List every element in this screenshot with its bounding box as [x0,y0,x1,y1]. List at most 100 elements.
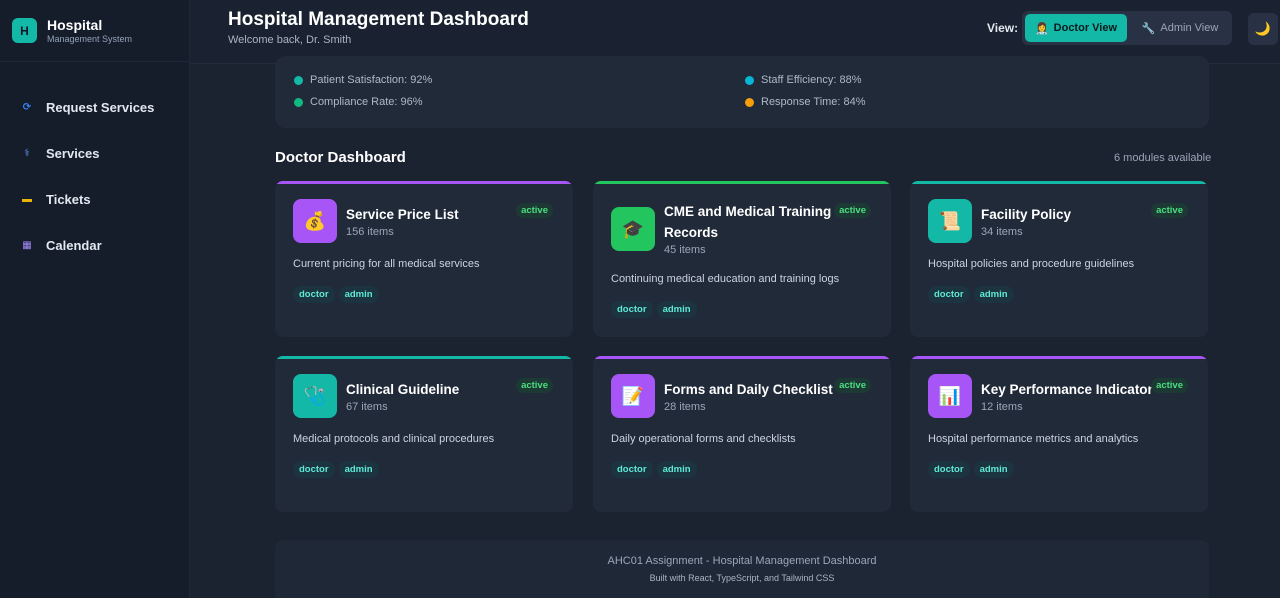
metric-dot [294,97,303,107]
card-description: Medical protocols and clinical procedure… [293,433,495,445]
footer: AHC01 Assignment - Hospital Management D… [275,540,1209,598]
sidebar-item-services[interactable]: ⚕ Services [0,130,189,176]
metric-staff-efficiency: Staff Efficiency: 88% [745,74,861,86]
card-count: 156 items [346,226,394,238]
tag-list: doctor admin [611,461,697,478]
welcome-text: Welcome back, Dr. Smith [228,34,352,46]
card-description: Continuing medical education and trainin… [611,273,840,285]
doctor-view-button[interactable]: 👩‍⚕️ Doctor View [1025,14,1127,42]
refresh-icon: ⟳ [22,101,32,113]
card-title: Key Performance Indicator [981,382,1153,397]
module-card[interactable]: 📝 Forms and Daily Checklist 28 items act… [593,356,891,512]
tag-list: doctor admin [928,286,1014,303]
money-bag-icon: 💰 [293,199,337,243]
card-count: 34 items [981,226,1023,238]
tag-admin: admin [338,461,379,478]
card-title: CME and Medical Training Records [664,204,832,240]
card-description: Daily operational forms and checklists [611,433,796,445]
sidebar-item-request-services[interactable]: ⟳ Request Services [0,84,189,130]
tag-doctor: doctor [928,286,970,303]
footer-title: AHC01 Assignment - Hospital Management D… [607,555,877,567]
moon-icon: 🌙 [1254,21,1272,36]
card-description: Hospital policies and procedure guidelin… [928,258,1135,270]
card-accent-bar [593,356,891,359]
stethoscope-icon: 🩺 [293,374,337,418]
section-title: Doctor Dashboard [275,149,406,166]
caduceus-icon: ⚕ [24,147,30,159]
doctor-view-label: Doctor View [1053,22,1118,34]
scroll-icon: 📜 [928,199,972,243]
calendar-icon: ▦ [22,239,32,251]
tag-doctor: doctor [928,461,970,478]
tag-doctor: doctor [293,286,335,303]
sidebar-item-label: Tickets [46,191,91,207]
module-card[interactable]: 📜 Facility Policy 34 items active Hospit… [910,181,1208,337]
sidebar-item-tickets[interactable]: ▬ Tickets [0,176,189,222]
status-badge: active [834,378,871,393]
status-badge: active [516,378,553,393]
ticket-icon: ▬ [22,193,32,205]
status-badge: active [1151,378,1188,393]
metric-compliance-rate: Compliance Rate: 96% [294,96,423,108]
tag-doctor: doctor [611,461,653,478]
module-card[interactable]: 💰 Service Price List 156 items active Cu… [275,181,573,337]
metric-patient-satisfaction: Patient Satisfaction: 92% [294,74,432,86]
sidebar: H Hospital Management System ⟳ Request S… [0,0,190,598]
module-card[interactable]: 🩺 Clinical Guideline 67 items active Med… [275,356,573,512]
metric-label: Staff Efficiency: 88% [761,74,862,86]
card-count: 45 items [664,244,706,256]
tag-admin: admin [656,301,697,318]
sidebar-nav: ⟳ Request Services ⚕ Services ▬ Tickets … [0,62,189,268]
tag-list: doctor admin [293,461,379,478]
theme-toggle-button[interactable]: 🌙 [1248,13,1278,45]
module-count: 6 modules available [1114,152,1212,164]
metric-label: Patient Satisfaction: 92% [310,74,433,86]
admin-view-button[interactable]: 🔧 Admin View [1131,14,1229,42]
footer-credits: Built with React, TypeScript, and Tailwi… [649,573,835,583]
card-title: Forms and Daily Checklist [664,382,833,397]
card-description: Current pricing for all medical services [293,258,480,270]
bar-chart-icon: 📊 [928,374,972,418]
tag-doctor: doctor [611,301,653,318]
metric-dot [745,97,754,107]
module-card[interactable]: 📊 Key Performance Indicator 12 items act… [910,356,1208,512]
module-card[interactable]: 🎓 CME and Medical Training Records 45 it… [593,181,891,337]
card-count: 67 items [346,401,388,413]
page-title: Hospital Management Dashboard [228,9,529,30]
card-title: Clinical Guideline [346,382,460,397]
tag-list: doctor admin [293,286,379,303]
card-accent-bar [910,356,1208,359]
doctor-icon: 👩‍⚕️ [1034,22,1049,35]
brand-subtitle: Management System [47,33,133,44]
status-badge: active [516,203,553,218]
view-toggle: 👩‍⚕️ Doctor View 🔧 Admin View [1022,11,1232,45]
metrics-card: Patient Satisfaction: 92% Staff Efficien… [275,56,1209,128]
metric-label: Compliance Rate: 96% [310,96,423,108]
sidebar-item-label: Services [46,145,100,161]
tag-admin: admin [973,461,1014,478]
tag-doctor: doctor [293,461,335,478]
brand-logo: H [12,18,37,43]
status-badge: active [1151,203,1188,218]
tag-admin: admin [338,286,379,303]
sidebar-item-label: Calendar [46,237,102,253]
metric-dot [745,75,754,85]
card-accent-bar [593,181,891,184]
brand: H Hospital Management System [0,0,189,62]
card-description: Hospital performance metrics and analyti… [928,433,1139,445]
sidebar-item-label: Request Services [46,99,155,115]
card-count: 28 items [664,401,706,413]
tag-list: doctor admin [928,461,1014,478]
card-accent-bar [910,181,1208,184]
card-count: 12 items [981,401,1023,413]
tag-list: doctor admin [611,301,697,318]
card-accent-bar [275,181,573,184]
card-accent-bar [275,356,573,359]
graduation-cap-icon: 🎓 [611,207,655,251]
admin-view-label: Admin View [1160,22,1219,34]
sidebar-item-calendar[interactable]: ▦ Calendar [0,222,189,268]
brand-title: Hospital [47,16,103,33]
card-title: Facility Policy [981,207,1072,222]
top-header: Hospital Management Dashboard Welcome ba… [190,0,1280,64]
tag-admin: admin [656,461,697,478]
